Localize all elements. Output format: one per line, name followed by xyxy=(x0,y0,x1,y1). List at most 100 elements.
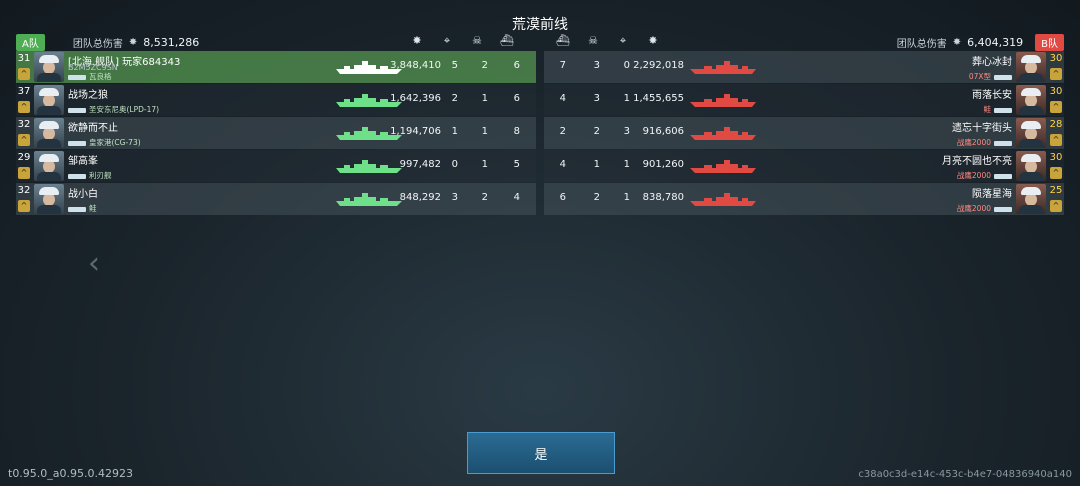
avatar-cap xyxy=(39,55,59,63)
confirm-button[interactable]: 是 xyxy=(467,432,615,474)
team-b-player-row[interactable]: 6 2 1 838,780 陨落星海 战鹰2000 25 ^ xyxy=(544,183,1064,215)
avatar[interactable] xyxy=(34,118,64,148)
ship-icon: ⛴ xyxy=(556,34,570,47)
team-a-damage-total: 8,531,286 xyxy=(143,35,200,49)
hits-value: 4 xyxy=(559,159,566,170)
kills-value: 1 xyxy=(623,93,630,104)
crosshair-icon: ⌖ xyxy=(619,34,627,47)
player-name: 战小白 xyxy=(68,189,98,200)
ship-icon: ⛴ xyxy=(500,34,514,47)
hits-value: 7 xyxy=(559,60,566,71)
rank-icon: ^ xyxy=(18,200,30,212)
player-level: 29 xyxy=(17,152,31,163)
ship-name: 鲑 xyxy=(983,104,1012,115)
skull-icon: ☠ xyxy=(588,34,598,47)
team-b-player-row[interactable]: 4 1 1 901,260 月亮不圆也不亮 战鹰2000 30 ^ xyxy=(544,150,1064,182)
ship-name-text: 瓦良格 xyxy=(89,72,112,81)
ship-name-text: 鲑 xyxy=(983,105,992,114)
ship-name-text: 07X型 xyxy=(968,72,991,81)
rank-icon: ^ xyxy=(18,134,30,146)
player-name: 遗忘十字街头 xyxy=(952,123,1012,134)
rank-icon: ^ xyxy=(1050,167,1062,179)
ship-class-icon xyxy=(68,107,86,113)
kills-value: 0 xyxy=(623,60,630,71)
team-b-player-row[interactable]: 4 3 1 1,455,655 雨落长安鲑 30 ^ xyxy=(544,84,1064,116)
avatar[interactable] xyxy=(34,151,64,181)
kills-value: 3 xyxy=(623,126,630,137)
avatar[interactable] xyxy=(1016,184,1046,214)
ship-class-icon xyxy=(994,206,1012,212)
avatar[interactable] xyxy=(34,85,64,115)
hits-value: 8 xyxy=(513,126,520,137)
ship-class-icon xyxy=(68,74,86,80)
ship-class-icon xyxy=(68,206,86,212)
player-level: 31 xyxy=(17,53,31,64)
ship-silhouette xyxy=(688,158,756,174)
kills-value: 5 xyxy=(451,60,458,71)
ship-name: 利刃舰 xyxy=(68,170,112,181)
skull-icon: ☠ xyxy=(472,34,482,47)
ship-name: 战鹰2000 xyxy=(957,170,1012,181)
avatar-cap xyxy=(1021,55,1041,63)
ship-name-text: 圣安东尼奥(LPD-17) xyxy=(89,105,160,114)
kills-value: 1 xyxy=(623,192,630,203)
team-a-header: A队 团队总伤害 ✸ 8,531,286 xyxy=(16,33,200,51)
hits-value: 6 xyxy=(513,60,520,71)
player-level: 30 xyxy=(1049,86,1063,97)
team-a-player-row[interactable]: 37 ^ 战场之狼 圣安东尼奥(LPD-17) 1,642,396 2 1 6 xyxy=(16,84,536,116)
rank-icon: ^ xyxy=(1050,68,1062,80)
kills-value: 0 xyxy=(451,159,458,170)
team-a-player-row[interactable]: 32 ^ 欲静而不止 皇家港(CG-73) 1,194,706 1 1 8 xyxy=(16,117,536,149)
avatar[interactable] xyxy=(34,52,64,82)
version-label: t0.95.0_a0.95.0.42923 xyxy=(8,467,134,480)
team-b-header: 团队总伤害 ✸ 6,404,319 B队 xyxy=(897,33,1064,51)
ship-class-icon xyxy=(994,74,1012,80)
assists-value: 2 xyxy=(481,192,488,203)
damage-icon: ✸ xyxy=(648,34,658,47)
avatar-cap xyxy=(39,88,59,96)
team-a-player-row[interactable]: 29 ^ 邹高峯 利刃舰 997,482 0 1 5 xyxy=(16,150,536,182)
assists-value: 1 xyxy=(481,159,488,170)
avatar[interactable] xyxy=(1016,85,1046,115)
ship-name-text: 战鹰2000 xyxy=(956,204,991,213)
ship-name: 战鹰2000 xyxy=(957,203,1012,214)
ship-name: 战鹰2000 xyxy=(957,137,1012,148)
ship-name-text: 战鹰2000 xyxy=(956,171,991,180)
avatar[interactable] xyxy=(34,184,64,214)
damage-value: 3,848,410 xyxy=(390,60,441,71)
avatar[interactable] xyxy=(1016,151,1046,181)
session-id-label: c38a0c3d-e14c-453c-b4e7-04836940a140 xyxy=(858,469,1072,480)
player-level: 25 xyxy=(1049,185,1063,196)
hits-value: 4 xyxy=(559,93,566,104)
kills-value: 1 xyxy=(451,126,458,137)
ship-class-icon xyxy=(68,140,86,146)
assists-value: 3 xyxy=(593,60,600,71)
team-b-player-row[interactable]: 7 3 0 2,292,018 葬心冰封 07X型 30 ^ xyxy=(544,51,1064,83)
player-level: 30 xyxy=(1049,53,1063,64)
player-level: 30 xyxy=(1049,152,1063,163)
damage-value: 1,642,396 xyxy=(390,93,441,104)
avatar-cap xyxy=(1021,187,1041,195)
avatar-cap xyxy=(1021,154,1041,162)
avatar-cap xyxy=(39,154,59,162)
damage-value: 901,260 xyxy=(642,159,684,170)
avatar-body xyxy=(37,172,61,181)
team-a-player-row[interactable]: 31 ^ [北海.舰队] 玩家684343 B2M5ZC9SN 瓦良格 3,848,410… xyxy=(16,51,536,83)
hits-value: 5 xyxy=(513,159,520,170)
avatar[interactable] xyxy=(1016,52,1046,82)
damage-icon: ✸ xyxy=(128,36,138,48)
player-level: 32 xyxy=(17,119,31,130)
team-b-player-row[interactable]: 2 2 3 916,606 遗忘十字街头 战鹰2000 28 ^ xyxy=(544,117,1064,149)
team-a-player-row[interactable]: 32 ^ 战小白鲑 848,292 3 2 4 xyxy=(16,183,536,215)
team-a-damage-label: 团队总伤害 xyxy=(72,38,123,50)
player-level: 28 xyxy=(1049,119,1063,130)
rank-icon: ^ xyxy=(18,167,30,179)
avatar[interactable] xyxy=(1016,118,1046,148)
avatar-body xyxy=(37,139,61,148)
hits-value: 4 xyxy=(513,192,520,203)
damage-icon: ✸ xyxy=(952,36,962,48)
assists-value: 2 xyxy=(593,192,600,203)
chevron-left-icon: ‹ xyxy=(88,246,100,281)
player-name: 邹高峯 xyxy=(68,156,98,167)
team-b-column-icons: ⛴ ☠ ⌖ ✸ xyxy=(548,34,668,48)
